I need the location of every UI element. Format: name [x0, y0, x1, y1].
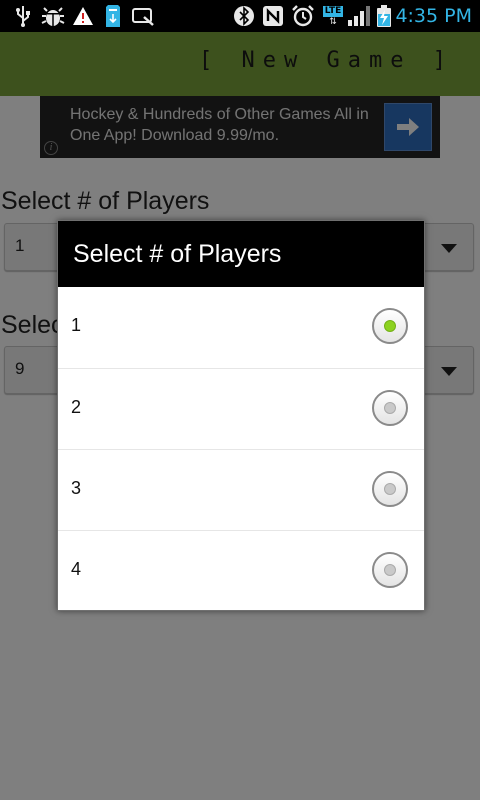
option-2[interactable]: 2: [58, 368, 424, 449]
radio-button[interactable]: [372, 471, 408, 507]
usb-icon: [12, 0, 34, 32]
screenshot-icon: [130, 0, 156, 32]
lte-icon: LTE ⇅: [322, 5, 344, 27]
option-1[interactable]: 1: [58, 287, 424, 368]
dialog-title: Select # of Players: [58, 221, 424, 287]
signal-icon: [346, 0, 372, 32]
bluetooth-icon: [233, 0, 255, 32]
clock: 4:35 PM: [395, 5, 472, 27]
status-bar: LTE ⇅ 4:35 PM: [0, 0, 480, 32]
lte-label: LTE: [322, 5, 344, 17]
option-3[interactable]: 3: [58, 449, 424, 530]
option-4[interactable]: 4: [58, 530, 424, 611]
battery-charging-icon: [374, 0, 394, 32]
option-label: 2: [71, 397, 82, 417]
radio-button[interactable]: [372, 552, 408, 588]
nfc-icon: [261, 0, 285, 32]
radio-button[interactable]: [372, 390, 408, 426]
option-label: 1: [71, 315, 82, 335]
sd-card-icon: [103, 0, 123, 32]
alarm-icon: [290, 0, 316, 32]
radio-button-selected[interactable]: [372, 308, 408, 344]
option-label: 4: [71, 559, 82, 579]
warning-icon: [71, 0, 95, 32]
option-label: 3: [71, 478, 82, 498]
android-debug-icon: [40, 0, 66, 32]
players-dialog: Select # of Players 1 2 3 4: [57, 220, 425, 611]
